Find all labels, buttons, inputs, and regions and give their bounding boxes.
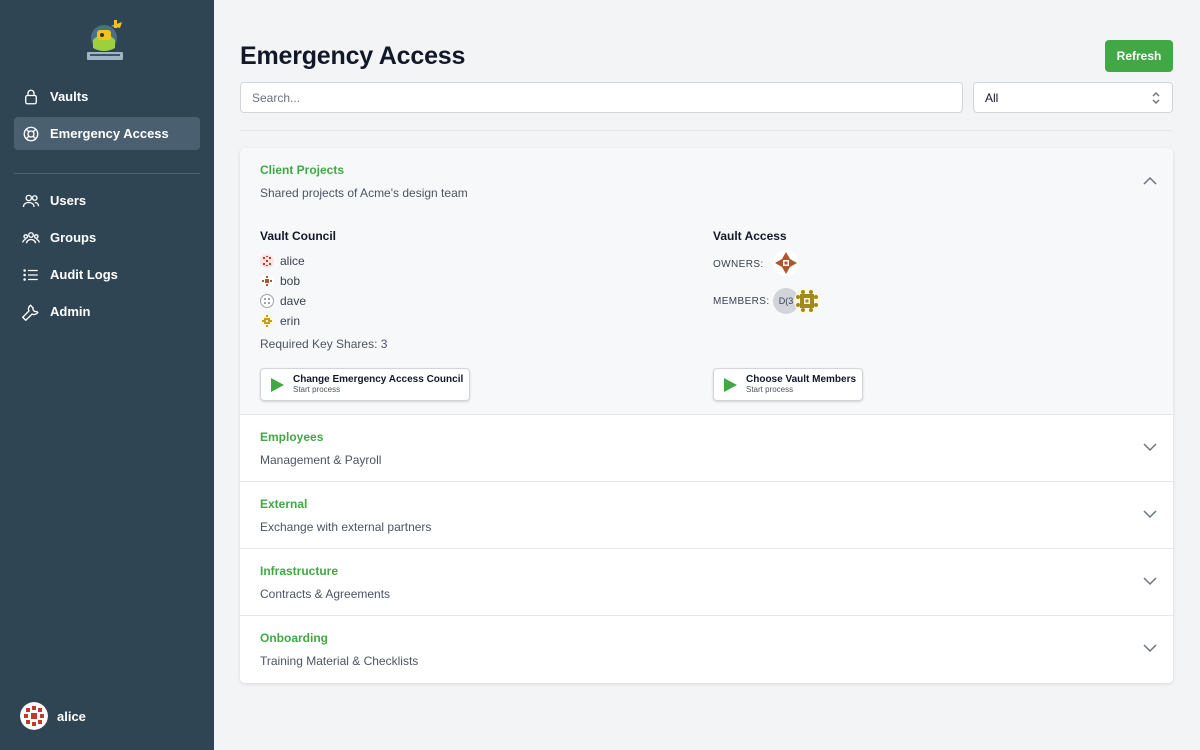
nav-item-emergency-access[interactable]: Emergency Access: [14, 117, 200, 150]
nav-item-label: Emergency Access: [50, 126, 169, 141]
vault-row-onboarding[interactable]: Onboarding Training Material & Checklist…: [240, 616, 1173, 683]
nav-item-admin[interactable]: Admin: [14, 295, 200, 328]
required-key-shares: Required Key Shares: 3: [260, 337, 388, 351]
nav-item-groups[interactable]: Groups: [14, 221, 200, 254]
change-council-sub: Start process: [293, 385, 341, 394]
council-member: erin: [260, 314, 300, 328]
sidebar: Vaults Emergency Access Users Groups Aud…: [0, 0, 214, 750]
play-icon: [724, 377, 737, 392]
vault-name[interactable]: External: [260, 497, 307, 511]
refresh-button[interactable]: Refresh: [1105, 40, 1173, 72]
chevron-up-icon[interactable]: [1143, 176, 1157, 186]
council-member-name: bob: [280, 274, 301, 288]
member-avatar-initials-text: D(3: [778, 296, 794, 306]
vault-name[interactable]: Client Projects: [260, 163, 344, 177]
chevron-down-icon[interactable]: [1143, 509, 1157, 519]
user-identicon-icon: [260, 274, 274, 288]
vault-description: Shared projects of Acme's design team: [260, 186, 468, 200]
list-icon: [21, 265, 41, 285]
nav-item-label: Audit Logs: [50, 267, 118, 282]
council-member-name: dave: [280, 294, 307, 308]
members-label: MEMBERS:: [713, 296, 770, 307]
vault-name[interactable]: Employees: [260, 430, 323, 444]
user-identicon-icon: [260, 254, 274, 268]
vault-name[interactable]: Infrastructure: [260, 564, 338, 578]
vault-row-client-projects: Client Projects Shared projects of Acme'…: [240, 148, 1173, 415]
lock-icon: [21, 87, 41, 107]
council-member-name: alice: [280, 254, 305, 268]
vault-name[interactable]: Onboarding: [260, 631, 328, 645]
nav-item-users[interactable]: Users: [14, 184, 200, 217]
users-icon: [21, 191, 41, 211]
avatar: [20, 702, 48, 730]
current-user[interactable]: alice: [20, 702, 86, 730]
play-icon: [271, 377, 284, 392]
owners-label: OWNERS:: [713, 259, 764, 270]
choose-members-sub: Start process: [746, 385, 794, 394]
change-council-button[interactable]: Change Emergency Access Council Start pr…: [260, 368, 471, 401]
search-input[interactable]: [240, 82, 963, 113]
vault-description: Exchange with external partners: [260, 520, 432, 534]
vault-description: Training Material & Checklists: [260, 654, 419, 668]
council-member: dave: [260, 294, 306, 308]
vault-row-external[interactable]: External Exchange with external partners: [240, 482, 1173, 549]
vault-description: Contracts & Agreements: [260, 587, 391, 601]
nav-item-vaults[interactable]: Vaults: [14, 80, 200, 113]
chevron-down-icon[interactable]: [1143, 442, 1157, 452]
admin-nav: Users Groups Audit Logs Admin: [14, 184, 200, 332]
choose-members-label: Choose Vault Members: [746, 374, 857, 385]
council-member-name: erin: [280, 314, 301, 328]
nav-item-label: Admin: [50, 304, 91, 319]
primary-nav: Vaults Emergency Access: [14, 80, 200, 154]
nav-item-audit-logs[interactable]: Audit Logs: [14, 258, 200, 291]
divider: [240, 130, 1173, 131]
vault-council-title: Vault Council: [260, 229, 337, 243]
select-updown-icon: [1152, 92, 1160, 104]
vault-description: Management & Payroll: [260, 453, 382, 467]
vault-row-employees[interactable]: Employees Management & Payroll: [240, 415, 1173, 482]
chevron-down-icon[interactable]: [1143, 643, 1157, 653]
vault-list: Client Projects Shared projects of Acme'…: [240, 148, 1173, 683]
user-identicon-icon: [260, 314, 274, 328]
groups-icon: [21, 228, 41, 248]
change-council-label: Change Emergency Access Council: [293, 374, 464, 385]
lifebuoy-icon: [21, 124, 41, 144]
chevron-down-icon[interactable]: [1143, 576, 1157, 586]
council-member: alice: [260, 254, 305, 268]
council-member: bob: [260, 274, 300, 288]
filter-select[interactable]: All: [973, 82, 1173, 113]
owner-avatar[interactable]: [773, 250, 799, 276]
choose-members-button[interactable]: Choose Vault Members Start process: [713, 368, 864, 401]
current-user-name: alice: [57, 708, 86, 724]
nav-item-label: Groups: [50, 230, 97, 245]
wrench-icon: [21, 302, 41, 322]
page-title: Emergency Access: [240, 42, 466, 70]
nav-item-label: Vaults: [50, 89, 89, 104]
member-avatar[interactable]: [794, 288, 820, 314]
filter-select-value: All: [985, 90, 999, 105]
app-logo-icon: [87, 20, 123, 60]
vault-row-infrastructure[interactable]: Infrastructure Contracts & Agreements: [240, 549, 1173, 616]
user-identicon-icon: [260, 294, 274, 308]
nav-item-label: Users: [50, 193, 87, 208]
sidebar-divider: [14, 173, 200, 174]
vault-access-title: Vault Access: [713, 229, 787, 243]
